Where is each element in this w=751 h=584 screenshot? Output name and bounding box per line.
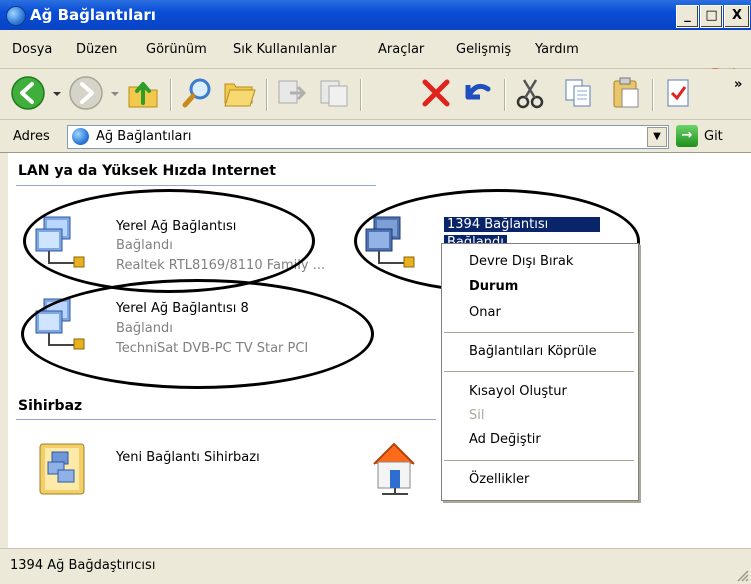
network-connections-list: LAN ya da Yüksek Hızda Internet Yerel Ağ…	[8, 153, 751, 548]
copy-icon[interactable]	[560, 75, 596, 111]
home-network-icon[interactable]	[366, 438, 422, 498]
network-connection-icon[interactable]	[30, 293, 86, 353]
toolbar-separator	[360, 79, 362, 111]
chevron-down-icon[interactable]	[108, 75, 122, 111]
toolbar: »	[0, 69, 751, 120]
menu-dosya[interactable]: Dosya	[12, 42, 52, 57]
new-connection-wizard-icon[interactable]	[36, 440, 92, 500]
resize-grip-icon[interactable]	[735, 568, 749, 582]
connection-status: Bağlandı	[116, 238, 173, 253]
context-menu-item-bridge[interactable]: Bağlantıları Köprüle	[469, 344, 597, 359]
status-bar: 1394 Ağ Bağdaştırıcısı	[0, 548, 751, 584]
menu-araclar[interactable]: Araçlar	[378, 42, 424, 57]
title-bar[interactable]: Ağ Bağlantıları _ □ X	[0, 0, 751, 30]
menu-gorunum[interactable]: Görünüm	[146, 42, 207, 57]
undo-icon[interactable]	[458, 75, 494, 111]
address-dropdown-button[interactable]: ▼	[647, 127, 667, 147]
minimize-button[interactable]: _	[676, 5, 699, 28]
group-divider	[16, 185, 376, 186]
go-arrow-icon[interactable]: →	[676, 125, 698, 147]
connection-title-selected[interactable]: 1394 Bağlantısı	[444, 217, 600, 232]
context-menu-item-repair[interactable]: Onar	[469, 305, 501, 320]
connection-status: Bağlandı	[116, 321, 173, 336]
address-bar: Adres Ağ Bağlantıları ▼ → Git	[0, 120, 751, 153]
cut-icon[interactable]	[512, 75, 548, 111]
toolbar-overflow-chevron[interactable]: »	[734, 77, 742, 92]
network-globe-icon	[6, 6, 26, 26]
context-menu-separator	[444, 460, 634, 461]
context-menu-item-delete: Sil	[469, 408, 485, 423]
connection-device: TechniSat DVB-PC TV Star PCI	[116, 341, 309, 356]
back-arrow-icon[interactable]	[10, 75, 46, 111]
context-menu-separator	[444, 332, 634, 333]
window-title: Ağ Bağlantıları	[30, 6, 156, 24]
context-menu-item-status[interactable]: Durum	[469, 279, 518, 294]
toolbar-separator	[652, 79, 654, 111]
folders-icon[interactable]	[222, 75, 258, 111]
context-menu-item-rename[interactable]: Ad Değiştir	[469, 432, 541, 447]
close-button[interactable]: X	[724, 5, 750, 28]
menu-yardim[interactable]: Yardım	[535, 42, 579, 57]
context-menu-item-properties[interactable]: Özellikler	[469, 472, 529, 487]
menu-duzen[interactable]: Düzen	[76, 42, 117, 57]
toolbar-separator	[504, 79, 506, 111]
forward-arrow-icon[interactable]	[68, 75, 104, 111]
connection-status: Bağlandı	[444, 235, 507, 243]
context-menu-separator	[444, 371, 634, 372]
connection-device: Realtek RTL8169/8110 Family ...	[116, 258, 326, 273]
copy-to-icon[interactable]	[316, 75, 352, 111]
network-connection-icon[interactable]	[30, 211, 86, 271]
address-input[interactable]: Ağ Bağlantıları ▼	[67, 125, 669, 149]
wizard-title[interactable]: Yeni Bağlantı Sihirbazı	[116, 450, 260, 465]
toolbar-separator	[266, 79, 268, 111]
chevron-down-icon[interactable]	[50, 75, 64, 111]
network-globe-icon	[72, 128, 89, 145]
toolbar-separator	[170, 79, 172, 111]
address-value: Ağ Bağlantıları	[96, 129, 192, 144]
network-connection-icon[interactable]	[360, 211, 416, 271]
group-heading-wizard: Sihirbaz	[18, 398, 83, 414]
context-menu-item-shortcut[interactable]: Kısayol Oluştur	[469, 384, 567, 399]
menu-bar: Dosya Düzen Görünüm Sık Kullanılanlar Ar…	[0, 30, 751, 89]
address-label: Adres	[13, 129, 50, 144]
context-menu-item-disable[interactable]: Devre Dışı Bırak	[469, 254, 573, 269]
move-to-icon[interactable]	[274, 75, 310, 111]
connection-title[interactable]: Yerel Ağ Bağlantısı 8	[116, 301, 249, 316]
connection-title[interactable]: Yerel Ağ Bağlantısı	[116, 219, 236, 234]
folder-up-icon[interactable]	[125, 75, 161, 111]
status-text: 1394 Ağ Bağdaştırıcısı	[10, 558, 156, 573]
context-menu: Devre Dışı Bırak Durum Onar Bağlantıları…	[441, 243, 639, 501]
maximize-button[interactable]: □	[700, 5, 723, 28]
menu-gelismis[interactable]: Gelişmiş	[456, 42, 511, 57]
properties-icon[interactable]	[660, 75, 696, 111]
delete-icon[interactable]	[418, 75, 454, 111]
group-heading-lan: LAN ya da Yüksek Hızda Internet	[18, 163, 276, 179]
paste-icon[interactable]	[608, 75, 644, 111]
menu-sik-kullanilanlar[interactable]: Sık Kullanılanlar	[233, 42, 336, 57]
search-icon[interactable]	[180, 75, 216, 111]
go-button-label[interactable]: Git	[704, 129, 723, 144]
group-divider	[16, 419, 436, 420]
